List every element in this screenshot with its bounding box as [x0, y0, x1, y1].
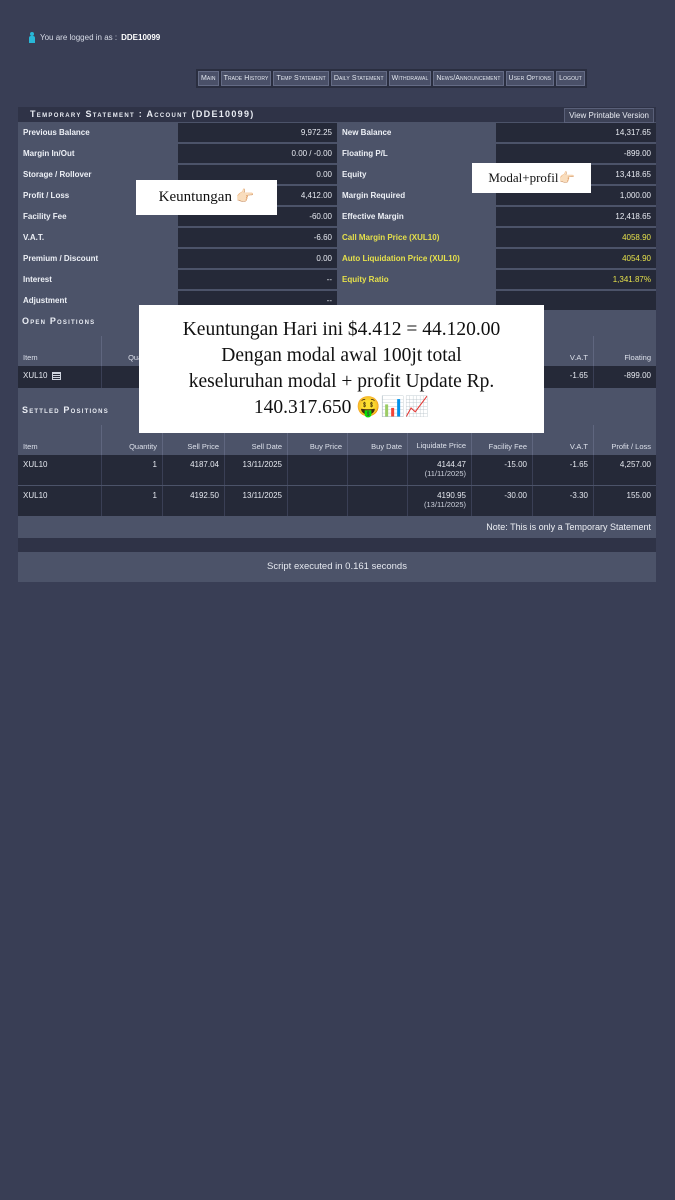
caption-line: 140.317.650 🤑📊📈: [253, 397, 430, 418]
cell-buy-price: [288, 486, 348, 516]
cell-liquidate: 4144.47 (11/11/2025): [408, 455, 472, 485]
cell-vat: -1.65: [533, 455, 594, 485]
summary-label: Call Margin Price (XUL10): [337, 228, 496, 247]
nav-temp-statement[interactable]: Temp Statement: [273, 71, 329, 86]
summary-value: 4054.90: [496, 249, 656, 268]
summary-value: -6.60: [178, 228, 337, 247]
settled-positions-title: Settled Positions: [22, 405, 109, 415]
temporary-note: Note: This is only a Temporary Statement: [18, 516, 656, 538]
cell-sell-date: 13/11/2025: [225, 486, 288, 516]
summary-row: Previous Balance 9,972.25 New Balance 14…: [18, 123, 656, 143]
cell-buy-date: [348, 455, 408, 485]
summary-value: 0.00: [178, 249, 337, 268]
summary-value: 0.00 / -0.00: [178, 144, 337, 163]
caption-box: Keuntungan Hari ini $4.412 = 44.120.00 D…: [139, 305, 544, 433]
nav-withdrawal[interactable]: Withdrawal: [388, 71, 432, 86]
cell-quantity: 1: [102, 455, 163, 485]
cell-item: XUL10: [18, 366, 102, 388]
summary-label: Premium / Discount: [18, 249, 178, 268]
summary-value: -899.00: [496, 144, 656, 163]
login-status: You are logged in as : DDE10099: [28, 32, 160, 43]
col-floating: Floating: [624, 353, 651, 362]
script-time: Script executed in 0.161 seconds: [18, 552, 656, 582]
summary-label: V.A.T.: [18, 228, 178, 247]
liquidate-price: 4190.95: [437, 491, 466, 500]
summary-label: New Balance: [337, 123, 496, 142]
user-icon: [28, 32, 36, 43]
modal-profit-label: Modal+profil👉🏻: [472, 163, 591, 193]
cell-liquidate: 4190.95 (13/11/2025): [408, 486, 472, 516]
cell-buy-price: [288, 455, 348, 485]
liquidate-date: (13/11/2025): [424, 500, 466, 509]
summary-row: V.A.T. -6.60 Call Margin Price (XUL10) 4…: [18, 228, 656, 248]
caption-line: keseluruhan modal + profit Update Rp.: [188, 371, 495, 392]
table-row: XUL10 1 4187.04 13/11/2025 4144.47 (11/1…: [18, 455, 656, 485]
cell-floating: -899.00: [623, 371, 651, 380]
keuntungan-label: Keuntungan 👉🏻: [136, 180, 277, 215]
summary-value: 4058.90: [496, 228, 656, 247]
col-item: Item: [18, 336, 102, 366]
liquidate-price: 4144.47: [437, 460, 466, 469]
nav-main[interactable]: Main: [198, 71, 219, 86]
summary-label: Margin In/Out: [18, 144, 178, 163]
cell-buy-date: [348, 486, 408, 516]
cell-facility-fee: -30.00: [472, 486, 533, 516]
statement-title: Temporary Statement : Account (DDE10099): [30, 109, 255, 119]
summary-value: 9,972.25: [178, 123, 337, 142]
nav-news[interactable]: News/Announcement: [433, 71, 504, 86]
summary-value: 14,317.65: [496, 123, 656, 142]
summary-label: Auto Liquidation Price (XUL10): [337, 249, 496, 268]
summary-value: 1,341.87%: [496, 270, 656, 289]
position-item: XUL10: [23, 371, 48, 380]
printable-version-link[interactable]: View Printable Version: [564, 108, 654, 123]
cell-sell-date: 13/11/2025: [225, 455, 288, 485]
caption-line: Keuntungan Hari ini $4.412 = 44.120.00: [182, 319, 501, 340]
col-profit-loss: Profit / Loss: [611, 442, 651, 451]
col-item: Item: [18, 425, 102, 455]
cell-item: XUL10: [18, 455, 102, 485]
open-positions-title: Open Positions: [22, 316, 96, 326]
cell-sell-price: 4187.04: [163, 455, 225, 485]
summary-row: Premium / Discount 0.00 Auto Liquidation…: [18, 249, 656, 269]
top-nav: Main Trade History Temp Statement Daily …: [196, 69, 587, 88]
summary-label: Floating P/L: [337, 144, 496, 163]
statement-title-bar: Temporary Statement : Account (DDE10099)…: [18, 107, 656, 123]
summary-row: Margin In/Out 0.00 / -0.00 Floating P/L …: [18, 144, 656, 164]
caption-line: Dengan modal awal 100jt total: [221, 345, 462, 366]
summary-label: Interest: [18, 270, 178, 289]
summary-value: 12,418.65: [496, 207, 656, 226]
nav-daily-statement[interactable]: Daily Statement: [330, 71, 387, 86]
nav-trade-history[interactable]: Trade History: [220, 71, 272, 86]
summary-label: Equity Ratio: [337, 270, 496, 289]
table-row: XUL10 1 4192.50 13/11/2025 4190.95 (13/1…: [18, 486, 656, 516]
summary-value: --: [178, 270, 337, 289]
cell-sell-price: 4192.50: [163, 486, 225, 516]
detail-icon[interactable]: [51, 371, 61, 380]
divider: [18, 538, 656, 552]
summary-label: Effective Margin: [337, 207, 496, 226]
cell-item: XUL10: [18, 486, 102, 516]
cell-profit-loss: 4,257.00: [619, 460, 651, 469]
cell-vat: -3.30: [533, 486, 594, 516]
cell-profit-loss: 155.00: [626, 491, 651, 500]
nav-user-options[interactable]: User Options: [505, 71, 555, 86]
nav-logout[interactable]: Logout: [556, 71, 585, 86]
summary-label: Previous Balance: [18, 123, 178, 142]
login-prefix: You are logged in as :: [40, 33, 118, 42]
liquidate-date: (11/11/2025): [424, 469, 466, 478]
login-username: DDE10099: [121, 33, 161, 42]
cell-facility-fee: -15.00: [472, 455, 533, 485]
cell-quantity: 1: [102, 486, 163, 516]
summary-row: Facility Fee -60.00 Effective Margin 12,…: [18, 207, 656, 227]
summary-row: Interest -- Equity Ratio 1,341.87%: [18, 270, 656, 290]
